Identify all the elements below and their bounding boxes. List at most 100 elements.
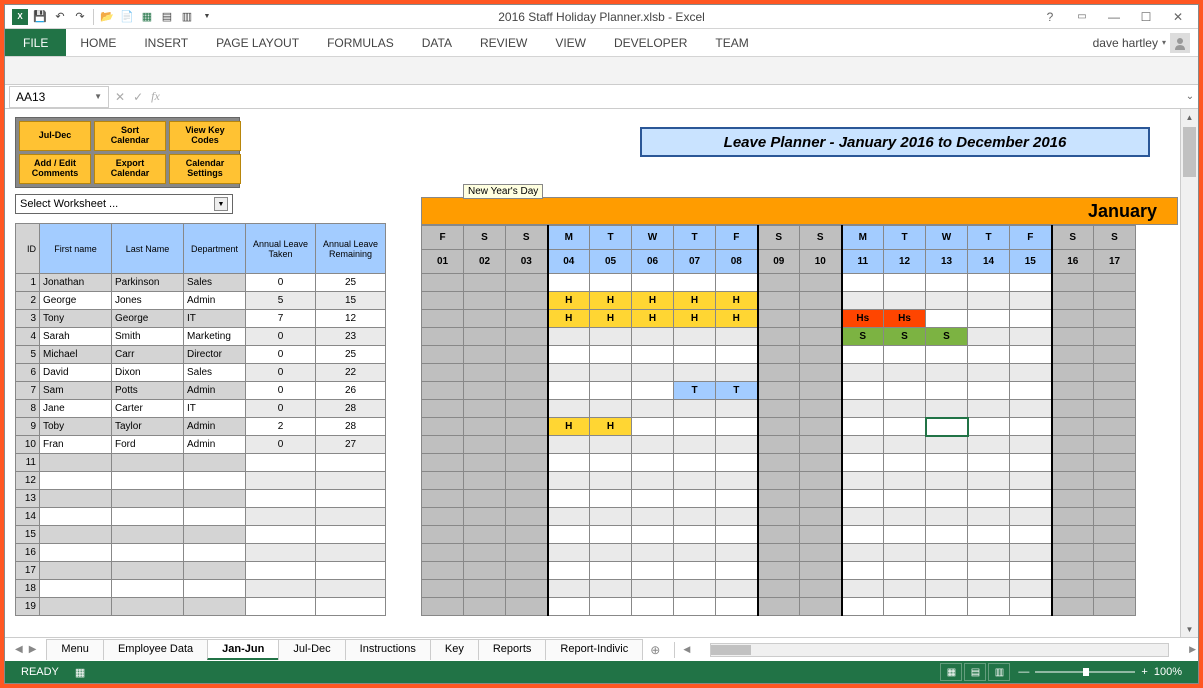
calendar-cell[interactable]: [884, 454, 926, 472]
calendar-cell[interactable]: [842, 418, 884, 436]
day-number[interactable]: 11: [842, 250, 884, 274]
calendar-cell[interactable]: [548, 454, 590, 472]
calendar-cell[interactable]: [464, 598, 506, 616]
calendar-cell[interactable]: [926, 526, 968, 544]
calendar-cell[interactable]: [1094, 292, 1136, 310]
table-row[interactable]: 12: [16, 472, 386, 490]
table-row[interactable]: 10FranFordAdmin027: [16, 436, 386, 454]
calendar-cell[interactable]: [800, 292, 842, 310]
calendar-cell[interactable]: [548, 472, 590, 490]
calendar-cell[interactable]: [632, 580, 674, 598]
calendar-cell[interactable]: [1094, 400, 1136, 418]
calendar-cell[interactable]: [464, 454, 506, 472]
calendar-cell[interactable]: [632, 454, 674, 472]
ribbon-tab-formulas[interactable]: FORMULAS: [313, 29, 408, 56]
calendar-cell[interactable]: [674, 328, 716, 346]
calendar-cell[interactable]: [422, 598, 464, 616]
day-number[interactable]: 17: [1094, 250, 1136, 274]
calendar-cell[interactable]: [674, 364, 716, 382]
formula-input[interactable]: [166, 86, 1182, 108]
calendar-cell[interactable]: [422, 436, 464, 454]
zoom-out-icon[interactable]: —: [1018, 666, 1029, 678]
normal-view-icon[interactable]: ▦: [940, 663, 962, 681]
calendar-cell[interactable]: [1052, 490, 1094, 508]
scroll-thumb[interactable]: [1183, 127, 1196, 177]
calendar-cell[interactable]: [506, 562, 548, 580]
calendar-cell[interactable]: [548, 436, 590, 454]
ribbon-tab-team[interactable]: TEAM: [701, 29, 762, 56]
calendar-cell[interactable]: [1010, 526, 1052, 544]
calendar-cell[interactable]: [632, 274, 674, 292]
calendar-cell[interactable]: [716, 454, 758, 472]
calendar-cell[interactable]: [884, 382, 926, 400]
calendar-cell[interactable]: [1094, 274, 1136, 292]
cancel-formula-icon[interactable]: ✕: [115, 90, 125, 104]
calendar-cell[interactable]: [716, 472, 758, 490]
day-letter[interactable]: S: [1094, 226, 1136, 250]
calendar-cell[interactable]: [926, 544, 968, 562]
calendar-cell[interactable]: [884, 346, 926, 364]
calendar-cell[interactable]: [548, 544, 590, 562]
calendar-cell[interactable]: [632, 490, 674, 508]
file-tab[interactable]: FILE: [5, 29, 66, 56]
calendar-cell[interactable]: [422, 346, 464, 364]
col-dept[interactable]: Department: [184, 224, 246, 274]
calendar-cell[interactable]: [632, 328, 674, 346]
calendar-cell[interactable]: [758, 400, 800, 418]
undo-icon[interactable]: ↶: [51, 8, 69, 26]
calendar-cell[interactable]: [926, 472, 968, 490]
calendar-cell[interactable]: [758, 382, 800, 400]
calendar-cell[interactable]: [506, 598, 548, 616]
calendar-cell[interactable]: S: [884, 328, 926, 346]
calendar-cell[interactable]: [674, 508, 716, 526]
calendar-cell[interactable]: [926, 310, 968, 328]
toolbar-button[interactable]: ExportCalendar: [94, 154, 166, 184]
calendar-cell[interactable]: [1052, 400, 1094, 418]
calendar-cell[interactable]: [506, 472, 548, 490]
calendar-cell[interactable]: [548, 328, 590, 346]
ribbon-tab-insert[interactable]: INSERT: [130, 29, 202, 56]
calendar-cell[interactable]: [800, 472, 842, 490]
calendar-cell[interactable]: [716, 328, 758, 346]
calendar-cell[interactable]: [1052, 292, 1094, 310]
calendar-cell[interactable]: [506, 292, 548, 310]
dropdown-icon[interactable]: ▼: [214, 197, 228, 211]
calendar-cell[interactable]: [800, 562, 842, 580]
calendar-cell[interactable]: [506, 508, 548, 526]
col-first[interactable]: First name: [40, 224, 112, 274]
calendar-cell[interactable]: [1052, 598, 1094, 616]
calendar-cell[interactable]: [758, 364, 800, 382]
calendar-cell[interactable]: [1052, 544, 1094, 562]
calendar-cell[interactable]: [968, 310, 1010, 328]
calendar-cell[interactable]: [1010, 400, 1052, 418]
calendar-cell[interactable]: [464, 310, 506, 328]
calendar-cell[interactable]: [1094, 544, 1136, 562]
calendar-cell[interactable]: [674, 544, 716, 562]
calendar-cell[interactable]: [674, 490, 716, 508]
calendar-cell[interactable]: [548, 346, 590, 364]
calendar-cell[interactable]: [632, 400, 674, 418]
ribbon-tab-page-layout[interactable]: PAGE LAYOUT: [202, 29, 313, 56]
enter-formula-icon[interactable]: ✓: [133, 90, 143, 104]
calendar-cell[interactable]: [968, 526, 1010, 544]
calendar-cell[interactable]: [926, 562, 968, 580]
calendar-cell[interactable]: [632, 364, 674, 382]
col-taken[interactable]: Annual Leave Taken: [246, 224, 316, 274]
calendar-cell[interactable]: [1010, 274, 1052, 292]
table-row[interactable]: 18: [16, 580, 386, 598]
calendar-cell[interactable]: [590, 328, 632, 346]
day-letter[interactable]: T: [884, 226, 926, 250]
calendar-cell[interactable]: [800, 490, 842, 508]
calendar-cell[interactable]: [464, 526, 506, 544]
calendar-cell[interactable]: [1010, 472, 1052, 490]
day-letter[interactable]: F: [716, 226, 758, 250]
calendar-cell[interactable]: [758, 508, 800, 526]
calendar-cell[interactable]: [1052, 418, 1094, 436]
calendar-cell[interactable]: [758, 346, 800, 364]
calendar-cell[interactable]: Hs: [884, 310, 926, 328]
calendar-cell[interactable]: [926, 508, 968, 526]
calendar-cell[interactable]: [716, 364, 758, 382]
user-avatar-icon[interactable]: [1170, 33, 1190, 53]
calendar-cell[interactable]: H: [674, 292, 716, 310]
calendar-cell[interactable]: [590, 490, 632, 508]
